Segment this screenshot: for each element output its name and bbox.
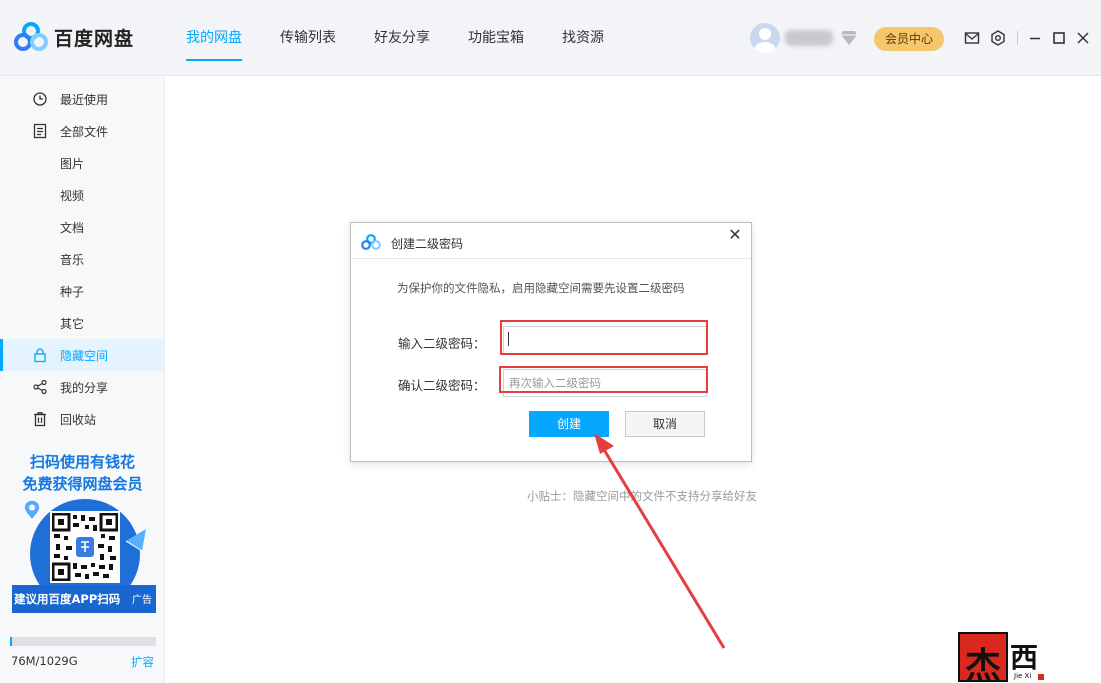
dialog-description: 为保护你的文件隐私，启用隐藏空间需要先设置二级密码 xyxy=(397,281,685,295)
sidebar-item-recent[interactable]: 最近使用 xyxy=(0,83,165,115)
promo-line-1: 扫码使用有钱花 xyxy=(29,453,135,471)
minimize-icon[interactable] xyxy=(1027,30,1043,46)
create-button[interactable]: 创建 xyxy=(529,411,609,437)
sidebar-item-label: 回收站 xyxy=(60,413,97,427)
dialog-header: 创建二级密码 ✕ xyxy=(351,223,751,259)
tab-my-netdisk[interactable]: 我的网盘 xyxy=(186,0,242,76)
sidebar-item-label: 全部文件 xyxy=(60,125,109,139)
storage-quota-bar xyxy=(10,637,156,646)
sidebar-item-documents[interactable]: 文档 xyxy=(0,211,165,243)
tab-toolbox[interactable]: 功能宝箱 xyxy=(468,0,524,76)
sidebar-item-torrents[interactable]: 种子 xyxy=(0,275,165,307)
sidebar-item-label: 隐藏空间 xyxy=(60,349,109,363)
dialog-title: 创建二级密码 xyxy=(391,237,464,251)
sidebar-item-hidden-space[interactable]: 隐藏空间 xyxy=(0,339,165,371)
promo-line-2: 免费获得网盘会员 xyxy=(22,475,143,493)
text-cursor xyxy=(508,332,509,346)
watermark-subtext: Jie Xi xyxy=(1014,672,1032,680)
tab-friend-share[interactable]: 好友分享 xyxy=(374,0,430,76)
sidebar-item-images[interactable]: 图片 xyxy=(0,147,165,179)
diamond-icon[interactable] xyxy=(840,30,858,46)
mail-icon[interactable] xyxy=(964,30,980,46)
avatar[interactable] xyxy=(750,23,780,53)
send-icon xyxy=(125,529,146,552)
ad-badge: 广告 xyxy=(132,595,152,606)
sidebar-item-label: 最近使用 xyxy=(60,93,109,107)
expand-storage-link[interactable]: 扩容 xyxy=(131,654,154,670)
promo-qr-banner[interactable]: 建议用百度APP扫码 广告 xyxy=(12,499,156,613)
sidebar-item-label: 音乐 xyxy=(60,253,85,267)
watermark-logo: 杰 西 Jie Xi xyxy=(958,632,1048,683)
confirm-password-input[interactable] xyxy=(503,369,707,397)
sidebar: 最近使用 全部文件 图片 视频 文档 音乐 种子 其它 隐藏空间 我的分享 回收… xyxy=(0,77,165,683)
sidebar-item-label: 文档 xyxy=(60,221,85,235)
qr-code-image xyxy=(51,512,119,582)
watermark-char: 西 xyxy=(1010,641,1039,674)
maximize-icon[interactable] xyxy=(1051,30,1067,46)
qr-caption-text: 建议用百度APP扫码 xyxy=(14,592,121,606)
sidebar-item-label: 图片 xyxy=(60,157,85,171)
watermark-seal-char: 杰 xyxy=(965,645,1002,683)
storage-quota-text: 76M/1029G xyxy=(11,654,78,668)
username-blurred[interactable] xyxy=(785,30,833,46)
main-nav: 我的网盘 传输列表 好友分享 功能宝箱 找资源 xyxy=(186,0,642,76)
settings-icon[interactable] xyxy=(990,30,1006,46)
sidebar-item-all-files[interactable]: 全部文件 xyxy=(0,115,165,147)
sidebar-item-label: 种子 xyxy=(60,285,85,299)
app-title: 百度网盘 xyxy=(54,27,135,50)
dialog-close-button[interactable]: ✕ xyxy=(727,226,743,244)
baidu-netdisk-logo-icon xyxy=(361,234,381,250)
sidebar-item-label: 视频 xyxy=(60,189,85,203)
hidden-space-tip: 小贴士：隐藏空间中的文件不支持分享给好友 xyxy=(527,489,757,503)
create-password-dialog: 创建二级密码 ✕ 为保护你的文件隐私，启用隐藏空间需要先设置二级密码 输入二级密… xyxy=(350,222,752,462)
divider xyxy=(1017,31,1018,45)
sidebar-item-other[interactable]: 其它 xyxy=(0,307,165,339)
storage-quota-fill xyxy=(10,637,12,646)
trash-icon xyxy=(34,412,46,427)
tab-find-resources[interactable]: 找资源 xyxy=(562,0,604,76)
close-icon[interactable] xyxy=(1075,30,1091,46)
clock-icon xyxy=(33,92,47,106)
top-bar: 百度网盘 我的网盘 传输列表 好友分享 功能宝箱 找资源 会员中心 xyxy=(0,0,1101,76)
password-input[interactable] xyxy=(503,326,707,354)
watermark-dot xyxy=(1038,674,1044,680)
confirm-password-label: 确认二级密码： xyxy=(398,378,486,393)
lock-icon xyxy=(34,348,46,363)
sidebar-item-label: 我的分享 xyxy=(60,381,109,395)
app-logo[interactable]: 百度网盘 xyxy=(14,22,134,52)
qr-caption: 建议用百度APP扫码 广告 xyxy=(12,585,156,613)
sidebar-item-my-shares[interactable]: 我的分享 xyxy=(0,371,165,403)
vip-center-button[interactable]: 会员中心 xyxy=(874,27,944,51)
tab-transfer-list[interactable]: 传输列表 xyxy=(280,0,336,76)
file-icon xyxy=(33,123,47,139)
watermark-seal: 杰 xyxy=(958,632,1008,683)
location-pin-icon xyxy=(23,499,41,521)
promo-banner-text[interactable]: 扫码使用有钱花 免费获得网盘会员 xyxy=(0,451,165,495)
share-icon xyxy=(33,379,47,395)
qr-code xyxy=(50,511,120,583)
password-label: 输入二级密码： xyxy=(398,336,486,351)
sidebar-item-recycle-bin[interactable]: 回收站 xyxy=(0,403,165,435)
sidebar-item-videos[interactable]: 视频 xyxy=(0,179,165,211)
baidu-netdisk-logo-icon xyxy=(14,22,48,51)
cancel-button[interactable]: 取消 xyxy=(625,411,705,437)
sidebar-item-label: 其它 xyxy=(60,317,85,331)
sidebar-item-music[interactable]: 音乐 xyxy=(0,243,165,275)
